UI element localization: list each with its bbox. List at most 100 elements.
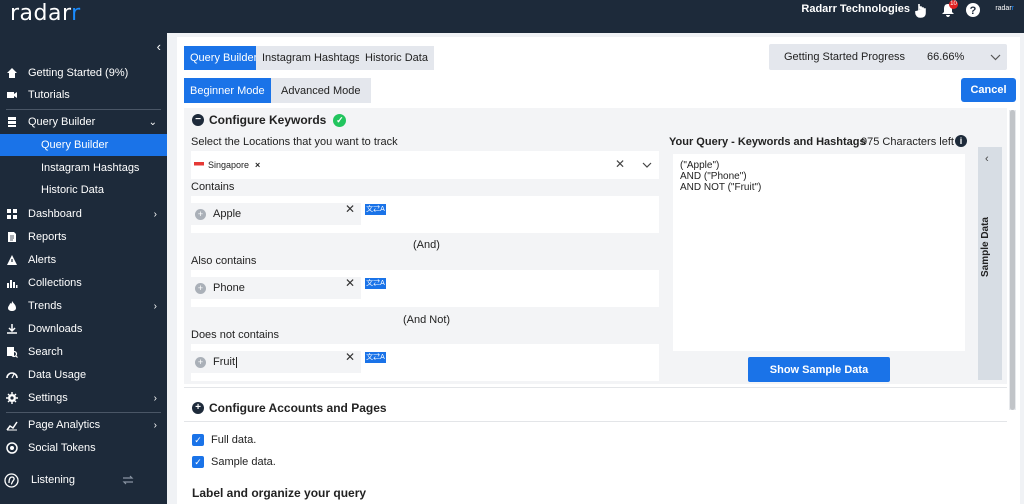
text-cursor (236, 356, 237, 368)
plus-circle-icon[interactable]: + (195, 356, 206, 368)
sidebar-item-reports[interactable]: Reports (0, 226, 167, 248)
contains-field: + Apple ✕ 文⇄A (191, 196, 659, 233)
grid-icon (7, 209, 17, 219)
also-contains-label: Also contains (191, 255, 257, 267)
top-bar: radarr Radarr Technologies 10 ? radarr (0, 0, 1024, 33)
locations-label: Select the Locations that you want to tr… (191, 136, 398, 148)
company-name[interactable]: Radarr Technologies (801, 3, 910, 15)
singapore-flag-icon (194, 161, 204, 169)
clear-keyword-icon[interactable]: ✕ (345, 276, 355, 290)
cancel-button[interactable]: Cancel (961, 78, 1016, 102)
home-icon (7, 68, 17, 78)
query-line: AND NOT ("Fruit") (680, 182, 762, 193)
chevron-right-icon: › (153, 208, 157, 220)
sample-data-checkbox-row[interactable]: ✓ Sample data. (192, 456, 276, 468)
app-logo[interactable]: radarr (10, 1, 81, 26)
sidebar-item-collections[interactable]: Collections (0, 272, 167, 294)
collections-icon (7, 280, 18, 288)
analytics-icon (6, 421, 18, 431)
sidebar-item-social-tokens[interactable]: Social Tokens (0, 437, 167, 459)
sidebar-item-dashboard[interactable]: Dashboard › (0, 203, 167, 225)
beginner-mode-button[interactable]: Beginner Mode (184, 78, 271, 103)
tab-query-builder[interactable]: Query Builder (184, 46, 264, 70)
tab-instagram-hashtags[interactable]: Instagram Hashtags (256, 46, 367, 70)
full-data-checkbox-row[interactable]: ✓ Full data. (192, 434, 256, 446)
section-divider (184, 387, 1007, 388)
contains-keyword-input[interactable]: + Apple (191, 203, 361, 225)
sidebar-item-listening[interactable]: Listening (0, 469, 167, 491)
sidebar-item-alerts[interactable]: Alerts (0, 249, 167, 271)
sample-data-checkbox[interactable]: ✓ (192, 456, 204, 468)
gear-icon (6, 392, 18, 404)
plus-circle-icon[interactable]: + (195, 208, 206, 220)
does-not-contain-label: Does not contains (191, 329, 280, 341)
flame-icon (8, 301, 16, 311)
search-icon (7, 347, 18, 358)
hand-pointer-icon[interactable] (913, 2, 929, 18)
query-line: ("Apple") (680, 160, 720, 171)
full-data-checkbox[interactable]: ✓ (192, 434, 204, 446)
sidebar-divider (6, 109, 161, 110)
scrollbar[interactable] (1009, 110, 1016, 410)
section-divider (184, 421, 1007, 422)
characters-left: 975 Characters left (861, 136, 954, 148)
chevron-left-icon[interactable]: ‹ (985, 153, 989, 165)
configure-keywords-header[interactable]: − Configure Keywords ✓ (192, 113, 347, 127)
tab-historic-data[interactable]: Historic Data (359, 46, 434, 70)
main-panel: Query Builder Instagram Hashtags Histori… (177, 37, 1020, 504)
warning-icon (7, 255, 17, 265)
document-icon (8, 232, 16, 242)
location-chip[interactable]: Singapore × (194, 157, 261, 173)
clear-keyword-icon[interactable]: ✕ (345, 350, 355, 364)
does-not-contain-keyword-input[interactable]: + Fruit (191, 351, 361, 373)
sidebar-item-getting-started[interactable]: Getting Started (9%) (0, 62, 167, 84)
sample-data-label: Sample Data (980, 217, 991, 278)
show-sample-data-button[interactable]: Show Sample Data (748, 357, 890, 382)
and-operator-label: (And) (413, 239, 440, 251)
sidebar-subitem-historic-data[interactable]: Historic Data (0, 179, 167, 201)
collapse-minus-icon[interactable]: − (192, 114, 204, 126)
gauge-icon (6, 372, 18, 379)
sample-data-drawer[interactable]: ‹ Sample Data (978, 147, 1002, 380)
translate-icon[interactable]: 文⇄A (365, 204, 386, 215)
clear-icon[interactable]: ✕ (615, 157, 625, 171)
advanced-mode-button[interactable]: Advanced Mode (271, 78, 371, 103)
query-title: Your Query - Keywords and Hashtags (669, 136, 866, 148)
sidebar-collapse-icon[interactable]: ‹ (157, 39, 161, 54)
notification-badge: 10 (949, 0, 958, 9)
user-avatar-logo[interactable]: radarr (995, 5, 1014, 12)
video-icon (7, 92, 17, 98)
sidebar-item-settings[interactable]: Settings › (0, 387, 167, 409)
download-icon (7, 324, 17, 334)
expand-plus-icon[interactable]: + (192, 402, 204, 414)
chevron-right-icon: › (153, 300, 157, 312)
chevron-right-icon: › (153, 392, 157, 404)
sidebar-item-page-analytics[interactable]: Page Analytics › (0, 414, 167, 436)
help-icon[interactable]: ? (965, 2, 981, 18)
sidebar-item-trends[interactable]: Trends › (0, 295, 167, 317)
does-not-contain-field: + Fruit ✕ 文⇄A (191, 344, 659, 381)
sidebar-subitem-query-builder[interactable]: Query Builder (0, 134, 167, 156)
plus-circle-icon[interactable]: + (195, 282, 206, 294)
locations-select[interactable]: Singapore × ✕ (191, 151, 659, 179)
sidebar-item-tutorials[interactable]: Tutorials (0, 84, 167, 106)
also-contains-keyword-input[interactable]: + Phone (191, 277, 361, 299)
chevron-down-icon[interactable] (642, 162, 652, 168)
getting-started-progress[interactable]: Getting Started Progress 66.66% (769, 44, 1007, 70)
sidebar-item-query-builder[interactable]: Query Builder ⌄ (0, 111, 167, 133)
chip-remove-icon[interactable]: × (255, 160, 260, 170)
translate-icon[interactable]: 文⇄A (365, 352, 386, 363)
sidebar-item-data-usage[interactable]: Data Usage (0, 364, 167, 386)
sidebar-subitem-instagram-hashtags[interactable]: Instagram Hashtags (0, 157, 167, 179)
sidebar-item-search[interactable]: Search (0, 341, 167, 363)
swap-icon[interactable] (122, 474, 134, 486)
translate-icon[interactable]: 文⇄A (365, 278, 386, 289)
query-preview-box[interactable]: ("Apple") AND ("Phone") AND NOT ("Fruit"… (673, 154, 965, 351)
and-not-operator-label: (And Not) (403, 314, 451, 326)
progress-value: 66.66% (927, 51, 965, 63)
info-icon[interactable]: i (955, 135, 967, 147)
scrollbar-thumb[interactable] (1010, 110, 1015, 410)
clear-keyword-icon[interactable]: ✕ (345, 202, 355, 216)
sidebar-item-downloads[interactable]: Downloads (0, 318, 167, 340)
configure-accounts-header[interactable]: + Configure Accounts and Pages (192, 401, 387, 415)
